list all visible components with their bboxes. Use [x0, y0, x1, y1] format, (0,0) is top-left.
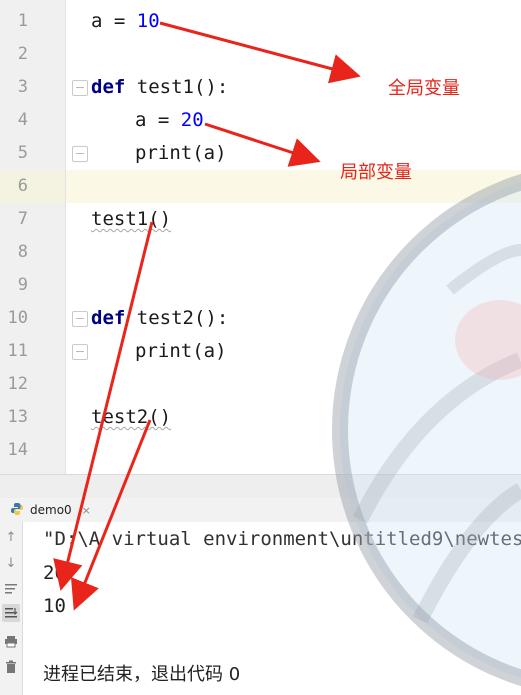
close-icon[interactable]: × — [82, 504, 91, 517]
up-arrow-icon[interactable]: ↑ — [2, 528, 20, 546]
line-number: 9 — [17, 275, 28, 295]
line-number: 13 — [7, 407, 28, 427]
function-signature: test1(): — [125, 76, 229, 98]
assign-operator: = — [146, 109, 181, 131]
console-output-line: 10 — [43, 595, 66, 617]
code-line-13[interactable]: test2() — [66, 401, 521, 434]
global-variable-annotation: 全局变量 — [388, 78, 460, 99]
process-exit-message: 进程已结束，退出代码 0 — [43, 664, 241, 685]
local-variable-annotation: 局部变量 — [340, 162, 412, 183]
soft-wrap-icon[interactable] — [2, 580, 20, 598]
line-number: 8 — [17, 242, 28, 262]
scroll-to-end-icon[interactable] — [2, 604, 20, 622]
code-line-11[interactable]: print(a) — [66, 335, 521, 368]
number-literal: 10 — [136, 10, 160, 32]
code-line-7[interactable]: test1() — [66, 203, 521, 236]
function-call: test1() — [91, 208, 172, 230]
line-number: 11 — [7, 341, 28, 361]
line-number: 10 — [7, 308, 28, 328]
tool-window-header — [0, 474, 521, 499]
line-number: 12 — [7, 374, 28, 394]
def-keyword: def — [91, 307, 126, 329]
code-line-1[interactable]: a = 10 — [66, 5, 521, 38]
assign-operator: = — [102, 10, 137, 32]
line-number: 14 — [7, 440, 28, 460]
line-number: 2 — [17, 44, 28, 64]
line-number: 5 — [17, 143, 28, 163]
console-command-line: "D:\A virtual environment\untitled9\newt… — [43, 528, 521, 550]
line-number: 4 — [17, 110, 28, 130]
variable-name: a — [91, 10, 103, 32]
run-tab[interactable]: demo0 × — [10, 498, 91, 522]
code-line-4[interactable]: a = 20 — [66, 104, 521, 137]
console-output-line: 20 — [43, 562, 66, 584]
console-output[interactable]: "D:\A virtual environment\untitled9\newt… — [23, 522, 521, 695]
python-icon — [10, 502, 24, 519]
def-keyword: def — [91, 76, 126, 98]
code-line-5[interactable]: print(a) — [66, 137, 521, 170]
code-line-10[interactable]: def test2(): — [66, 302, 521, 335]
run-tab-label: demo0 — [30, 503, 72, 517]
function-call: test2() — [91, 406, 172, 428]
console-side-toolbar: ↑ ↓ — [0, 522, 23, 695]
down-arrow-icon[interactable]: ↓ — [2, 554, 20, 572]
line-number: 7 — [17, 209, 28, 229]
function-signature: test2(): — [125, 307, 229, 329]
print-call: print(a) — [135, 340, 227, 362]
run-tab-bar: demo0 × — [0, 498, 521, 523]
line-number: 1 — [17, 11, 28, 31]
trash-icon[interactable] — [2, 658, 20, 676]
number-literal: 20 — [180, 109, 204, 131]
line-number: 3 — [17, 77, 28, 97]
print-call: print(a) — [135, 142, 227, 164]
code-editor[interactable]: 1 2 3 4 5 6 7 8 9 10 11 12 13 14 a = 10 … — [0, 0, 521, 474]
line-number: 6 — [17, 176, 28, 196]
print-icon[interactable] — [2, 632, 20, 650]
code-line-6-current[interactable] — [66, 170, 521, 203]
variable-name: a — [135, 109, 147, 131]
